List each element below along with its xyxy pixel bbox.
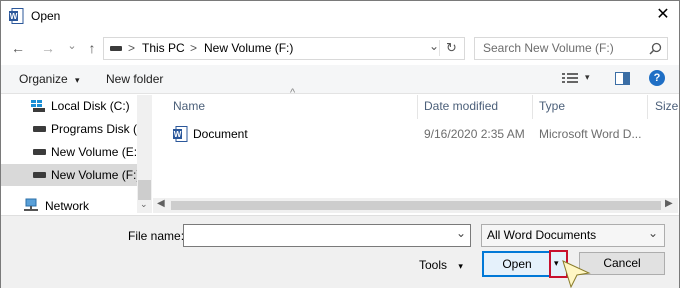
windows-drive-icon [31, 100, 45, 112]
view-details-icon[interactable] [562, 72, 578, 84]
drive-icon [33, 126, 46, 132]
file-date-modified: 9/16/2020 2:35 AM [424, 127, 525, 141]
file-name-label: File name: [128, 229, 185, 243]
horizontal-scrollbar-thumb[interactable] [171, 201, 661, 210]
refresh-icon[interactable]: ↻ [446, 40, 457, 56]
file-type: Microsoft Word D... [539, 127, 642, 141]
search-box[interactable]: Search New Volume (F:) [474, 37, 668, 60]
address-bar[interactable]: > This PC > New Volume (F:) ⌄ ↻ [103, 37, 465, 60]
sidebar-item-label: Programs Disk (D [51, 122, 137, 136]
column-header-date-modified[interactable]: Date modified [424, 99, 498, 113]
breadcrumb-new-volume-f[interactable]: New Volume (F:) [204, 41, 293, 55]
column-divider[interactable] [647, 95, 648, 119]
file-type-filter-select[interactable]: All Word Documents ⌄ [481, 224, 665, 247]
address-dropdown-chevron-icon[interactable]: ⌄ [429, 39, 439, 53]
pointer-cursor-icon [562, 260, 591, 288]
sidebar-scrollbar-thumb[interactable] [138, 180, 151, 200]
preview-pane-icon[interactable] [615, 72, 630, 85]
file-name-input[interactable]: ⌄ [183, 224, 471, 247]
recent-locations-chevron-icon[interactable]: ⌄ [63, 37, 81, 55]
address-divider [439, 40, 440, 56]
organize-button[interactable]: Organize ▾ [19, 72, 80, 86]
sidebar-item-label: New Volume (F:) [51, 168, 137, 182]
word-document-icon: W [173, 126, 188, 142]
breadcrumb-this-pc[interactable]: This PC [142, 41, 185, 55]
open-dropdown-caret-icon: ▾ [554, 258, 559, 268]
new-folder-button[interactable]: New folder [106, 72, 163, 86]
tools-label: Tools [419, 258, 448, 272]
scroll-left-icon[interactable]: ◀ [157, 198, 165, 209]
drive-icon [33, 149, 46, 155]
search-input[interactable]: Search New Volume (F:) [483, 41, 614, 55]
open-dialog: W Open ✕ ← → ⌄ ↑ > This PC > New Volume … [0, 0, 680, 288]
breadcrumb-separator: > [190, 41, 198, 55]
sort-ascending-icon: ^ [290, 87, 296, 99]
sidebar-item-label: Local Disk (C:) [51, 99, 130, 113]
network-icon [24, 198, 38, 211]
breadcrumb-separator: > [128, 41, 136, 55]
column-divider[interactable] [532, 95, 533, 119]
up-arrow-icon[interactable]: ↑ [83, 39, 101, 57]
sidebar-item-new-volume-f[interactable]: New Volume (F:) [1, 164, 137, 186]
organize-label: Organize [19, 72, 68, 86]
sidebar-item-network[interactable]: Network [11, 195, 135, 217]
sidebar-item-programs-disk-d[interactable]: Programs Disk (D [11, 118, 137, 140]
view-options-caret-icon[interactable]: ▾ [585, 72, 590, 83]
window-title: Open [31, 9, 61, 23]
column-divider[interactable] [417, 95, 418, 119]
back-arrow-icon[interactable]: ← [9, 39, 27, 57]
file-type-filter-value: All Word Documents [487, 228, 597, 242]
close-icon[interactable]: ✕ [653, 5, 673, 25]
column-header-size[interactable]: Size [655, 99, 678, 113]
search-icon[interactable] [649, 42, 662, 55]
svg-text:W: W [10, 12, 18, 21]
help-icon[interactable]: ? [649, 70, 665, 86]
scroll-right-icon[interactable]: ▶ [665, 198, 673, 209]
sidebar-item-label: Network [45, 199, 90, 213]
sidebar-item-label: New Volume (E:) [51, 145, 137, 159]
tools-menu-button[interactable]: Tools ▾ [419, 258, 463, 272]
word-app-icon: W [9, 8, 24, 24]
title-bar: W Open ✕ [1, 1, 679, 31]
file-name-dropdown-chevron-icon[interactable]: ⌄ [456, 226, 466, 240]
scroll-down-chevron-icon[interactable]: ⌄ [140, 199, 148, 210]
column-header-name[interactable]: Name [173, 99, 205, 113]
svg-text:W: W [174, 130, 182, 139]
drive-icon [110, 46, 122, 51]
forward-arrow-icon[interactable]: → [39, 39, 57, 57]
sidebar-item-local-disk-c[interactable]: Local Disk (C:) [11, 95, 135, 117]
file-name: Document [193, 127, 248, 141]
filter-dropdown-chevron-icon[interactable]: ⌄ [648, 226, 658, 240]
drive-icon [33, 172, 46, 178]
column-header-type[interactable]: Type [539, 99, 565, 113]
command-toolbar: Organize ▾ New folder ▾ ? [1, 65, 679, 94]
organize-caret-icon: ▾ [75, 75, 80, 85]
tools-caret-icon: ▾ [458, 261, 463, 271]
dialog-footer: File name: ⌄ All Word Documents ⌄ Tools … [1, 215, 679, 288]
sidebar-item-new-volume-e[interactable]: New Volume (E:) [11, 141, 137, 163]
open-button[interactable]: Open [482, 251, 552, 277]
